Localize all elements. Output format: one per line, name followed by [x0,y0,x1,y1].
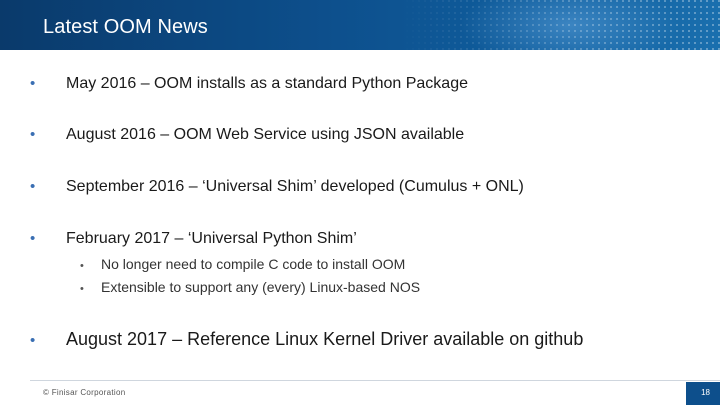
sub-bullet-text: No longer need to compile C code to inst… [101,256,406,272]
bullet-dot-icon: • [30,230,36,247]
bullet-item: • August 2017 – Reference Linux Kernel D… [28,329,583,350]
bullet-item: • February 2017 – ‘Universal Python Shim… [28,230,357,248]
bullet-text: February 2017 – ‘Universal Python Shim’ [66,230,357,247]
header-dot-pattern [400,0,720,50]
bullet-item: • August 2016 – OOM Web Service using JS… [28,126,464,144]
sub-bullet-dot-icon: • [80,260,84,272]
footer-copyright: © Finisar Corporation [43,388,126,397]
bullet-dot-icon: • [30,332,36,349]
slide-title: Latest OOM News [43,16,208,38]
bullet-text: August 2017 – Reference Linux Kernel Dri… [66,329,584,349]
sub-bullet-text: Extensible to support any (every) Linux-… [101,279,421,295]
sub-bullet-item: • No longer need to compile C code to in… [80,256,405,272]
bullet-dot-icon: • [30,178,36,195]
bullet-text: September 2016 – ‘Universal Shim’ develo… [66,178,524,195]
sub-bullet-item: • Extensible to support any (every) Linu… [80,279,420,295]
sub-bullet-dot-icon: • [80,283,84,295]
bullet-text: August 2016 – OOM Web Service using JSON… [66,126,465,143]
bullet-text: May 2016 – OOM installs as a standard Py… [66,75,468,92]
bullet-dot-icon: • [30,75,36,92]
bullet-dot-icon: • [30,126,36,143]
bullet-item: • September 2016 – ‘Universal Shim’ deve… [28,178,524,196]
footer-divider [30,380,720,381]
bullet-item: • May 2016 – OOM installs as a standard … [28,75,468,93]
title-bar: Latest OOM News [0,0,720,50]
page-number: 18 [701,388,710,397]
